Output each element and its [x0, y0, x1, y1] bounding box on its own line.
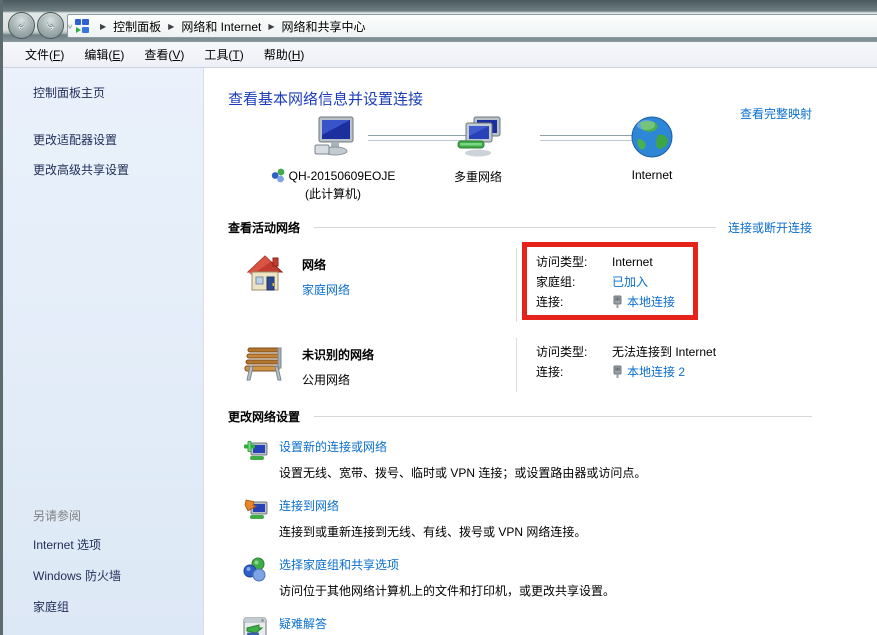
- menu-tools[interactable]: 工具(T): [194, 42, 253, 67]
- breadcrumb-control-panel[interactable]: 控制面板: [113, 18, 161, 35]
- internet-label: Internet: [632, 168, 673, 182]
- map-node-internet[interactable]: Internet: [612, 115, 692, 182]
- home-network-icon[interactable]: [242, 250, 288, 322]
- active-network-row-unidentified: 未识别的网络 公用网络 访问类型: 无法连接到 Internet 连接:: [228, 338, 812, 392]
- ethernet-icon: [612, 295, 623, 309]
- computer-icon: [309, 115, 357, 159]
- troubleshoot-icon: [242, 615, 269, 635]
- network-name: 未识别的网络: [302, 346, 516, 363]
- connections-label: 连接:: [536, 362, 612, 382]
- network-map: QH-20150609EOJE (此计算机): [228, 111, 812, 213]
- section-divider: [314, 416, 812, 417]
- computer-name-label: QH-20150609EOJE: [289, 169, 396, 183]
- menu-bar: 文件(F) 编辑(E) 查看(V) 工具(T) 帮助(H): [3, 42, 877, 68]
- change-settings-title: 更改网络设置: [228, 408, 300, 425]
- forward-arrow-icon: ⤷: [47, 19, 54, 32]
- back-button[interactable]: ⤶: [8, 12, 35, 39]
- public-network-bench-icon[interactable]: [242, 340, 288, 392]
- recent-pages-dropdown[interactable]: ▾: [68, 21, 72, 30]
- network-name-block: 网络 家庭网络: [302, 248, 516, 322]
- new-connection-icon: [242, 438, 269, 481]
- setting-item-homegroup-sharing: 选择家庭组和共享选项 访问位于其他网络计算机上的文件和打印机，或更改共享设置。: [242, 555, 812, 599]
- content-area: 控制面板主页 更改适配器设置 更改高级共享设置 另请参阅 Internet 选项…: [3, 68, 877, 635]
- breadcrumb-arrow-icon: ▶: [100, 22, 106, 31]
- access-type-label: 访问类型:: [536, 252, 612, 272]
- map-node-multiple-networks[interactable]: 多重网络: [418, 115, 538, 185]
- connect-to-network-desc: 连接到或重新连接到无线、有线、拨号或 VPN 网络连接。: [279, 523, 586, 540]
- connect-disconnect-link[interactable]: 连接或断开连接: [728, 219, 812, 236]
- setting-item-connect-network: 连接到网络 连接到或重新连接到无线、有线、拨号或 VPN 网络连接。: [242, 496, 812, 540]
- sidebar: 控制面板主页 更改适配器设置 更改高级共享设置 另请参阅 Internet 选项…: [3, 68, 204, 635]
- active-network-row-home: 网络 家庭网络 访问类型: Internet 家庭组: 已加入 连接:: [228, 248, 812, 322]
- sidebar-item-change-advanced-sharing[interactable]: 更改高级共享设置: [33, 161, 203, 178]
- connect-to-network-link[interactable]: 连接到网络: [279, 497, 586, 514]
- sidebar-item-windows-firewall[interactable]: Windows 防火墙: [33, 567, 121, 584]
- change-settings-section-header: 更改网络设置: [228, 408, 812, 425]
- menu-file[interactable]: 文件(F): [15, 42, 74, 67]
- connect-network-icon: [242, 497, 269, 540]
- map-node-computer[interactable]: QH-20150609EOJE (此计算机): [268, 115, 398, 202]
- choose-homegroup-options-desc: 访问位于其他网络计算机上的文件和打印机，或更改共享设置。: [279, 582, 615, 599]
- access-type-value: Internet: [612, 252, 653, 272]
- see-also-header: 另请参阅: [33, 507, 121, 524]
- active-networks-title: 查看活动网络: [228, 219, 300, 236]
- local-connection-2-link[interactable]: 本地连接 2: [627, 362, 685, 382]
- setting-item-new-connection: 设置新的连接或网络 设置无线、宽带、拨号、临时或 VPN 连接；或设置路由器或访…: [242, 437, 812, 481]
- network-name: 网络: [302, 256, 516, 273]
- homegroup-joined-link[interactable]: 已加入: [612, 272, 648, 292]
- network-sharing-center-window: ⤶ ⤷ ▾ ▶ 控制面板 ▶ 网络和 Internet ▶ 网络和共享中心: [0, 0, 877, 635]
- multiple-networks-label: 多重网络: [454, 168, 502, 185]
- homegroup-icon: [242, 556, 269, 599]
- setup-new-connection-desc: 设置无线、宽带、拨号、临时或 VPN 连接；或设置路由器或访问点。: [279, 464, 646, 481]
- setup-new-connection-link[interactable]: 设置新的连接或网络: [279, 438, 646, 455]
- network-type-home-link[interactable]: 家庭网络: [302, 281, 516, 298]
- main-pane: 查看基本网络信息并设置连接 查看完整映射: [204, 68, 877, 635]
- menu-view[interactable]: 查看(V): [134, 42, 194, 67]
- choose-homegroup-options-link[interactable]: 选择家庭组和共享选项: [279, 556, 615, 573]
- access-type-value: 无法连接到 Internet: [612, 342, 716, 362]
- forward-button[interactable]: ⤷: [37, 12, 64, 39]
- access-type-label: 访问类型:: [536, 342, 612, 362]
- menu-edit[interactable]: 编辑(E): [74, 42, 134, 67]
- see-also-section: 另请参阅 Internet 选项 Windows 防火墙 家庭组: [33, 507, 121, 629]
- address-bar[interactable]: ▶ 控制面板 ▶ 网络和 Internet ▶ 网络和共享中心: [67, 14, 877, 38]
- setting-item-troubleshoot: 疑难解答 诊断并修复网络问题，或获得故障排除信息。: [242, 614, 812, 635]
- connections-label: 连接:: [536, 292, 612, 312]
- back-arrow-icon: ⤶: [18, 19, 25, 32]
- breadcrumb-network-internet[interactable]: 网络和 Internet: [181, 18, 261, 35]
- section-divider: [314, 227, 716, 228]
- ethernet-icon: [612, 365, 623, 379]
- multiple-networks-icon: [454, 115, 502, 159]
- internet-globe-icon: [630, 115, 674, 159]
- menu-help[interactable]: 帮助(H): [254, 42, 315, 67]
- breadcrumb-network-sharing-center[interactable]: 网络和共享中心: [282, 18, 366, 35]
- sidebar-item-internet-options[interactable]: Internet 选项: [33, 536, 121, 553]
- network-details: 访问类型: Internet 家庭组: 已加入 连接:: [516, 248, 675, 322]
- network-details: 访问类型: 无法连接到 Internet 连接:: [516, 338, 716, 392]
- breadcrumb-arrow-icon: ▶: [168, 22, 174, 31]
- sidebar-item-homegroup[interactable]: 家庭组: [33, 598, 121, 615]
- network-sharing-center-icon: [74, 18, 91, 35]
- title-bar: ⤶ ⤷ ▾ ▶ 控制面板 ▶ 网络和 Internet ▶ 网络和共享中心: [3, 0, 877, 42]
- active-networks-section-header: 查看活动网络 连接或断开连接: [228, 219, 812, 236]
- sidebar-item-control-panel-home[interactable]: 控制面板主页: [33, 84, 203, 101]
- network-name-block: 未识别的网络 公用网络: [302, 338, 516, 392]
- homegroup-label: 家庭组:: [536, 272, 612, 292]
- this-computer-label: (此计算机): [268, 185, 398, 202]
- page-title: 查看基本网络信息并设置连接: [228, 88, 812, 109]
- navigation-buttons: ⤶ ⤷ ▾: [8, 12, 72, 39]
- troubleshoot-link[interactable]: 疑难解答: [279, 615, 519, 632]
- homegroup-mini-icon: [271, 168, 286, 183]
- sidebar-item-change-adapter-settings[interactable]: 更改适配器设置: [33, 131, 203, 148]
- local-connection-link[interactable]: 本地连接: [627, 292, 675, 312]
- breadcrumb-arrow-icon: ▶: [268, 22, 274, 31]
- network-type-public: 公用网络: [302, 371, 516, 388]
